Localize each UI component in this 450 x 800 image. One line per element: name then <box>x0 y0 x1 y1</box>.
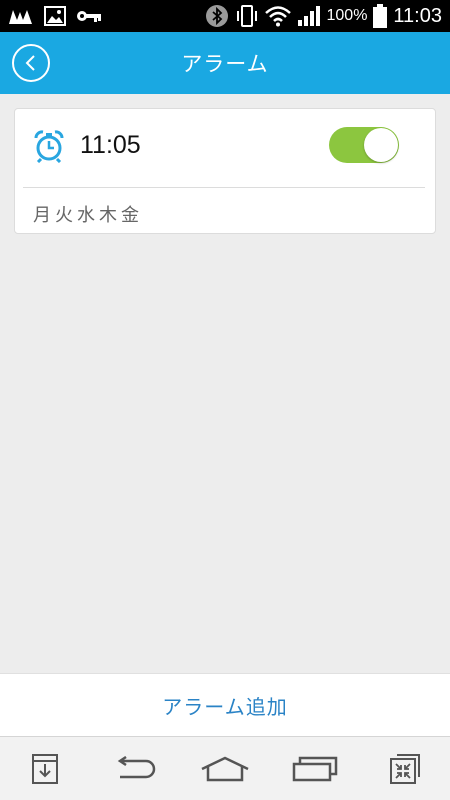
vibrate-icon <box>235 4 259 28</box>
download-icon <box>32 753 58 784</box>
alarm-card[interactable]: 11:05 月火水木金 <box>14 108 436 234</box>
signal-icon <box>297 4 321 28</box>
back-nav-button[interactable] <box>105 744 165 794</box>
back-arrow-icon <box>117 755 156 778</box>
add-alarm-button[interactable]: アラーム追加 <box>0 673 450 736</box>
battery-percent: 100% <box>326 7 368 24</box>
home-button[interactable] <box>195 744 255 794</box>
status-left <box>8 4 102 28</box>
app-notification-icon <box>8 4 34 28</box>
download-button[interactable] <box>15 744 75 794</box>
status-bar: 100% 11:03 <box>0 0 450 32</box>
alarm-time: 11:05 <box>80 131 141 159</box>
alarm-days: 月火水木金 <box>33 205 143 226</box>
battery-icon <box>373 4 388 28</box>
card-divider <box>23 187 425 188</box>
alarm-toggle[interactable] <box>329 127 399 163</box>
status-right: 100% 11:03 <box>205 4 442 28</box>
alarm-row[interactable]: 11:05 <box>15 109 435 187</box>
key-icon <box>76 4 102 28</box>
recent-apps-icon <box>292 756 338 781</box>
app-bar: アラーム <box>0 32 450 94</box>
recent-apps-button[interactable] <box>285 744 345 794</box>
add-alarm-label: アラーム追加 <box>162 694 288 719</box>
bluetooth-icon <box>205 4 229 28</box>
page-title: アラーム <box>181 52 269 76</box>
back-button[interactable] <box>12 44 50 82</box>
status-time: 11:03 <box>393 4 442 27</box>
toggle-knob <box>364 128 398 162</box>
alarm-clock-icon <box>33 129 65 167</box>
shrink-window-icon <box>390 753 420 784</box>
wifi-icon <box>264 4 291 28</box>
shrink-window-button[interactable] <box>375 744 435 794</box>
image-notification-icon <box>44 4 66 28</box>
nav-bar <box>0 736 450 800</box>
back-circle-icon <box>25 55 35 71</box>
home-icon <box>201 756 249 781</box>
